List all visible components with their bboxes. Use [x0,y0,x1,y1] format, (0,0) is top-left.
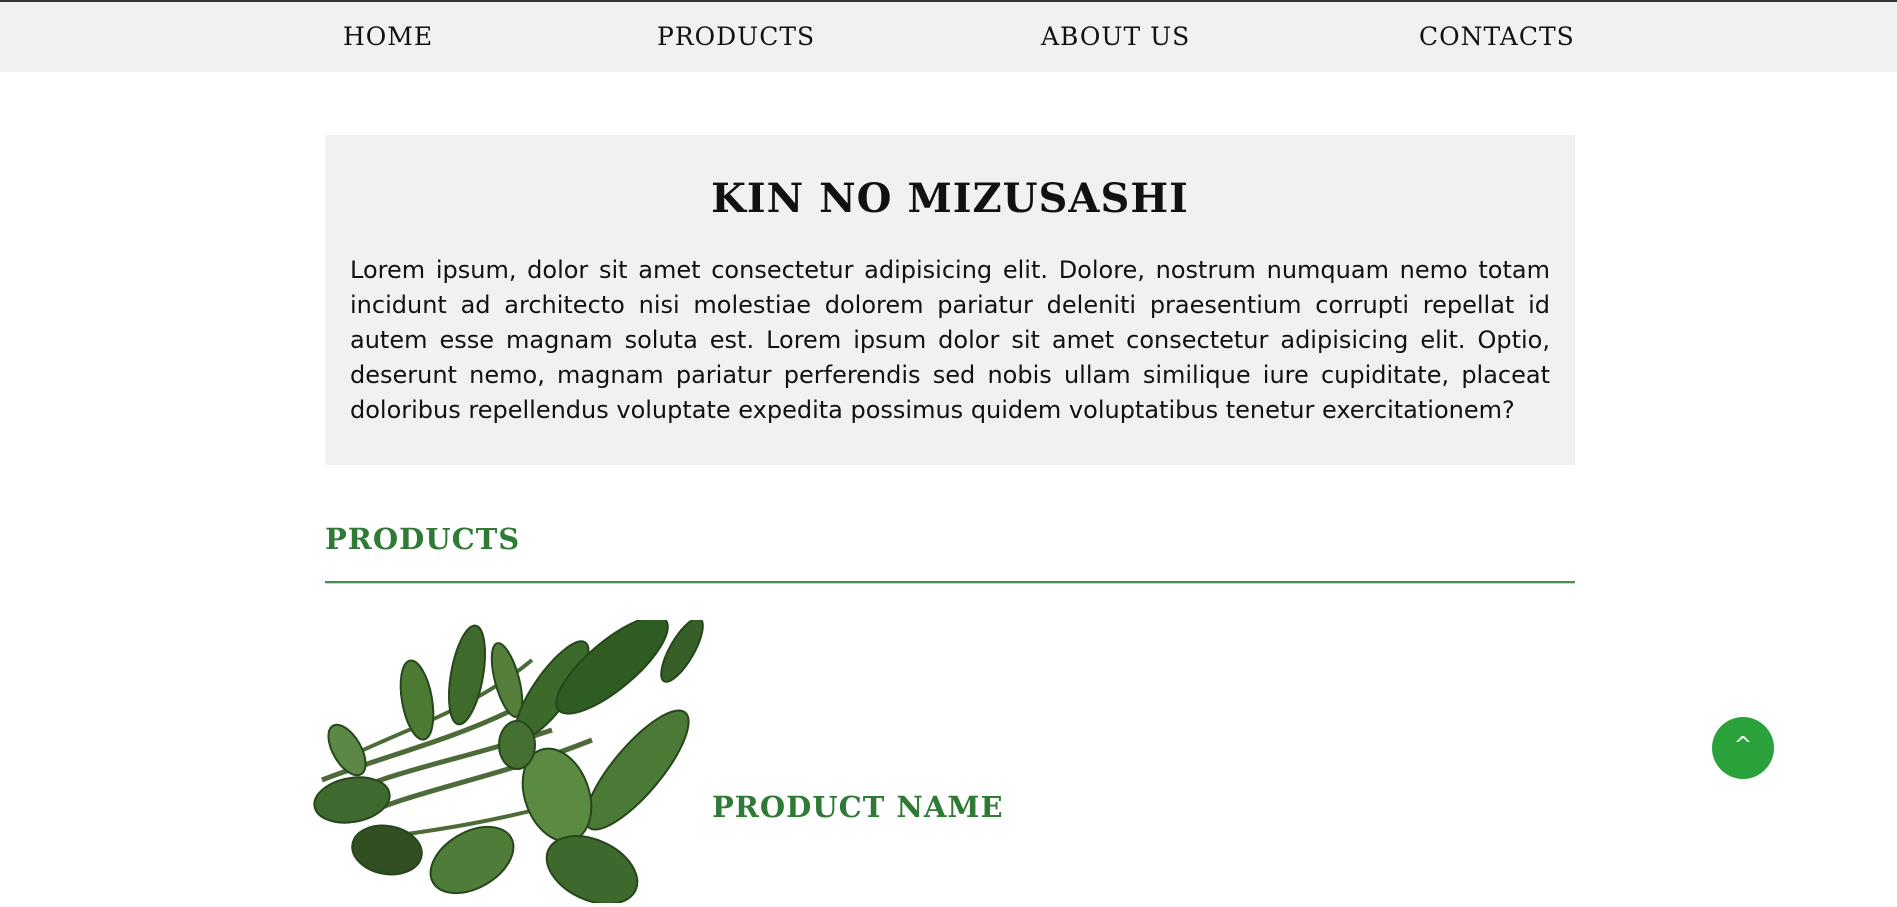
nav-contacts-link[interactable]: CONTACTS [1419,22,1575,51]
products-divider [325,581,1575,584]
top-navigation-bar: HOME PRODUCTS ABOUT US CONTACTS [0,0,1897,72]
nav-about-us-link[interactable]: ABOUT US [1041,22,1190,51]
hero-title: KIN NO MIZUSASHI [711,175,1189,222]
nav-home-link[interactable]: HOME [343,22,433,51]
hero-panel: KIN NO MIZUSASHI Lorem ipsum, dolor sit … [325,135,1575,465]
products-heading: PRODUCTS [325,522,521,556]
scroll-to-top-button[interactable]: ^ [1712,717,1774,779]
nav-products-link[interactable]: PRODUCTS [657,22,815,51]
hero-description: Lorem ipsum, dolor sit amet consectetur … [350,256,1550,424]
product-name[interactable]: PRODUCT NAME [712,790,1004,824]
plant-image [292,615,732,905]
